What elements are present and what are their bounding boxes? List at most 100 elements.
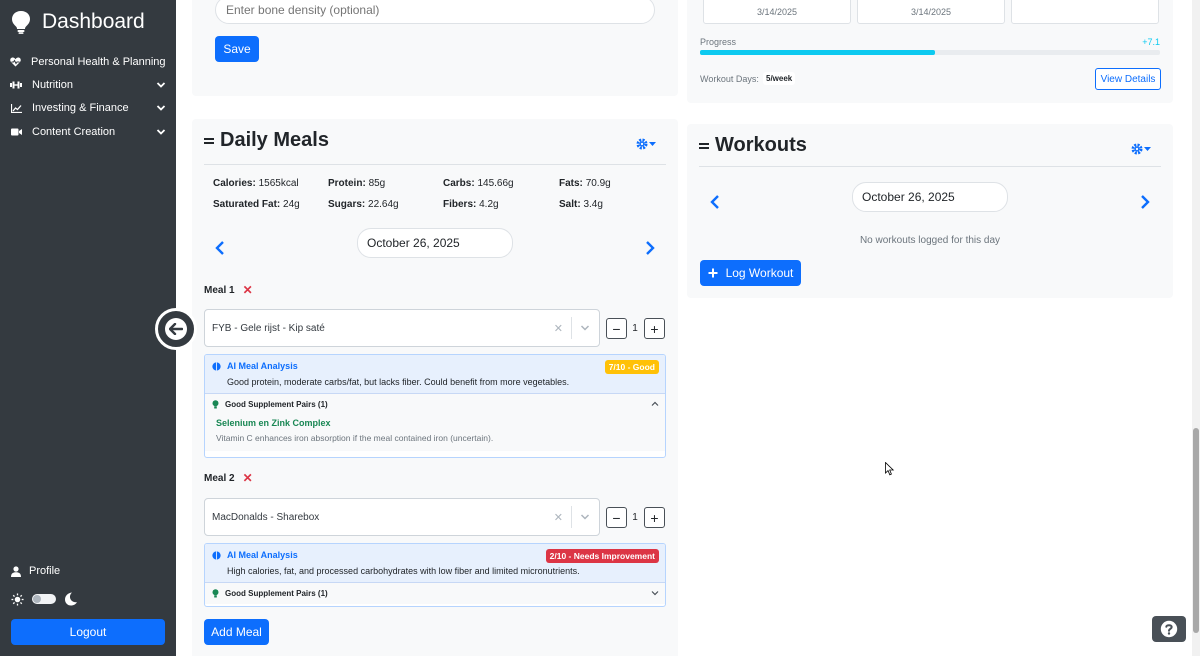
workouts-card: Workouts October 26, 2025 No workouts lo… [687, 124, 1173, 298]
increase-quantity-button[interactable]: + [644, 318, 665, 339]
next-day-chevron-icon[interactable] [1137, 194, 1153, 210]
chevron-down-icon [651, 591, 659, 596]
gear-icon [1131, 143, 1143, 155]
sidebar-item-investing[interactable]: Investing & Finance [0, 97, 176, 120]
sidebar-item-content-creation[interactable]: Content Creation [0, 120, 176, 143]
previous-day-chevron-icon[interactable] [707, 194, 723, 210]
nutrient-carbs: Carbs: 145.66g [443, 178, 514, 189]
meals-date-picker[interactable]: October 26, 2025 [357, 228, 513, 258]
ai-analysis-text: Good protein, moderate carbs/fat, but la… [227, 377, 570, 387]
decrease-quantity-button[interactable]: − [606, 507, 627, 528]
ai-analysis-title: AI Meal Analysis [212, 361, 659, 371]
sidebar: Dashboard Personal Health & Planning Nut… [0, 0, 176, 656]
workouts-settings-dropdown[interactable] [1131, 143, 1151, 155]
user-icon [11, 565, 21, 577]
save-button[interactable]: Save [215, 36, 259, 62]
clear-selection-close-icon[interactable]: ✕ [554, 322, 563, 335]
stat-tile: 3/14/2025 [703, 0, 851, 24]
arrow-left-circle-icon [165, 318, 187, 340]
supplement-pairs-body: Selenium en Zink Complex Vitamin C enhan… [205, 415, 665, 451]
caret-down-icon [649, 141, 656, 146]
plus-icon [708, 268, 718, 278]
brain-icon [212, 361, 221, 371]
ai-meal-analysis: AI Meal Analysis High calories, fat, and… [204, 543, 666, 607]
food-select-value: FYB - Gele rijst - Kip saté [212, 322, 325, 334]
brain-icon [212, 550, 221, 560]
sidebar-item-personal-health[interactable]: Personal Health & Planning [0, 50, 176, 73]
food-select-value: MacDonalds - Sharebox [212, 511, 320, 523]
progress-label: Progress [700, 37, 737, 47]
sun-icon [11, 592, 24, 606]
question-circle-icon [1160, 620, 1178, 638]
empty-state-text: No workouts logged for this day [859, 235, 1001, 246]
chevron-down-icon[interactable] [580, 323, 590, 333]
sidebar-item-label: Content Creation [32, 125, 116, 138]
clear-selection-close-icon[interactable]: ✕ [554, 511, 563, 524]
stat-tile-date: 3/14/2025 [756, 7, 798, 17]
increase-quantity-button[interactable]: + [644, 507, 665, 528]
drag-handle-icon[interactable] [204, 137, 214, 144]
sidebar-collapse-button[interactable] [155, 308, 197, 350]
decrease-quantity-button[interactable]: − [606, 318, 627, 339]
card-title: Workouts [715, 134, 807, 156]
sidebar-item-nutrition[interactable]: Nutrition [0, 73, 176, 96]
theme-toggle[interactable] [32, 594, 56, 604]
food-select[interactable]: FYB - Gele rijst - Kip saté ✕ [204, 309, 600, 347]
nutrient-salt: Salt: 3.4g [559, 199, 603, 210]
sidebar-nav: Personal Health & Planning Nutrition Inv… [0, 50, 176, 143]
video-icon [10, 126, 22, 138]
next-day-chevron-icon[interactable] [642, 240, 658, 256]
divider [204, 164, 666, 165]
heart-pulse-icon [10, 56, 21, 68]
card-header: Daily Meals [204, 129, 329, 152]
select-separator [571, 506, 572, 528]
log-workout-button[interactable]: Log Workout [700, 260, 801, 286]
view-details-button[interactable]: View Details [1095, 68, 1161, 90]
remove-meal-close-icon[interactable]: ✕ [243, 284, 253, 296]
ai-meal-analysis: AI Meal Analysis Good protein, moderate … [204, 354, 666, 458]
logout-button[interactable]: Logout [11, 619, 165, 645]
chevron-down-icon [156, 105, 166, 112]
chevron-up-icon [651, 401, 659, 406]
stat-tile [1011, 0, 1159, 24]
meal-label: Meal 2 [204, 472, 235, 484]
progress-value: +7.1 [1142, 37, 1160, 47]
meals-settings-dropdown[interactable] [636, 138, 656, 150]
nutrient-protein: Protein: 85g [328, 178, 386, 189]
ai-analysis-text: High calories, fat, and processed carboh… [227, 566, 580, 576]
brand[interactable]: Dashboard [10, 10, 145, 34]
health-metrics-card: Save [192, 0, 678, 96]
supplement-name: Selenium en Zink Complex [216, 418, 331, 428]
nutrient-fats: Fats: 70.9g [559, 178, 611, 189]
food-select[interactable]: MacDonalds - Sharebox ✕ [204, 498, 600, 536]
bone-density-input[interactable] [215, 0, 655, 24]
profile-link[interactable]: Profile [11, 565, 60, 577]
fitness-summary-card: 3/14/2025 3/14/2025 Progress +7.1 Workou… [687, 0, 1173, 103]
workouts-date-picker[interactable]: October 26, 2025 [852, 182, 1008, 212]
chevron-down-icon[interactable] [580, 512, 590, 522]
quantity-value: 1 [632, 512, 638, 523]
select-separator [571, 317, 572, 339]
progress-bar [700, 50, 1160, 55]
drag-handle-icon[interactable] [699, 142, 709, 149]
add-meal-button[interactable]: Add Meal [204, 619, 269, 645]
brand-title: Dashboard [42, 10, 145, 33]
nutrient-sugars: Sugars: 22.64g [328, 199, 399, 210]
progress-bar-fill [700, 50, 935, 55]
remove-meal-close-icon[interactable]: ✕ [243, 472, 253, 484]
stat-tile: 3/14/2025 [857, 0, 1005, 24]
help-button[interactable] [1152, 616, 1186, 642]
chevron-down-icon [156, 128, 166, 135]
quantity-value: 1 [632, 323, 638, 334]
meal-header: Meal 2 ✕ [204, 472, 253, 484]
divider [699, 166, 1161, 167]
scrollbar-thumb[interactable] [1193, 428, 1199, 633]
previous-day-chevron-icon[interactable] [212, 240, 228, 256]
gear-icon [636, 138, 648, 150]
sidebar-item-label: Investing & Finance [32, 102, 129, 115]
moon-icon [65, 592, 77, 606]
log-workout-label: Log Workout [725, 266, 794, 280]
lightbulb-icon [212, 400, 219, 409]
supplement-pairs-toggle[interactable]: Good Supplement Pairs (1) [205, 394, 665, 415]
supplement-pairs-toggle[interactable]: Good Supplement Pairs (1) [205, 583, 665, 604]
